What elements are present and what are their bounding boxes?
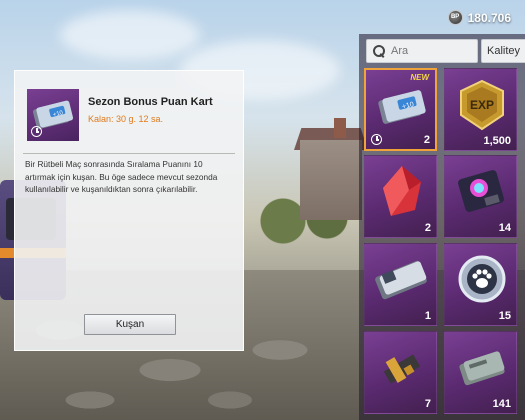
paw-coin-icon bbox=[458, 255, 506, 303]
clock-icon bbox=[31, 126, 42, 137]
item-remaining-time: Kalan: 30 g. 12 sa. bbox=[88, 114, 164, 124]
currency-display: BP 180.706 bbox=[447, 10, 511, 25]
color-card-icon bbox=[458, 170, 504, 212]
equip-button[interactable]: Kuşan bbox=[84, 314, 176, 335]
search-box[interactable] bbox=[366, 39, 478, 63]
item-count: 1 bbox=[424, 310, 431, 322]
quality-filter-button[interactable]: Kalitey bbox=[481, 39, 525, 63]
item-count: 2 bbox=[424, 222, 431, 234]
inventory-item-paw-coin[interactable]: 15 bbox=[444, 243, 517, 326]
inventory-item-red-crystal[interactable]: 2 bbox=[364, 155, 437, 238]
new-badge: NEW bbox=[410, 73, 429, 82]
inventory-item-voucher[interactable]: 141 bbox=[444, 331, 517, 414]
item-count: 141 bbox=[492, 398, 511, 410]
item-count: 15 bbox=[498, 310, 511, 322]
chimney bbox=[334, 118, 346, 138]
divider bbox=[23, 153, 235, 154]
clock-icon bbox=[371, 134, 382, 145]
bp-coin-icon: BP bbox=[447, 10, 463, 25]
inventory-item-exp[interactable]: EXP 1,500 bbox=[444, 68, 517, 151]
item-title: Sezon Bonus Puan Kart bbox=[88, 96, 213, 108]
upgrade-kit-icon bbox=[383, 354, 421, 384]
voucher-icon bbox=[459, 351, 505, 386]
house bbox=[300, 140, 362, 220]
search-icon bbox=[373, 45, 385, 57]
item-count: 2 bbox=[423, 134, 430, 146]
red-crystal-icon bbox=[383, 166, 421, 216]
svg-text:EXP: EXP bbox=[470, 98, 494, 112]
currency-value: 180.706 bbox=[467, 10, 511, 25]
item-detail-panel: +10 Sezon Bonus Puan Kart Kalan: 30 g. 1… bbox=[14, 70, 244, 351]
bonus-card-icon: +10 bbox=[378, 90, 426, 124]
ticket-icon bbox=[375, 260, 427, 300]
cloud bbox=[60, 10, 200, 60]
inventory-item-ticket[interactable]: 1 bbox=[364, 243, 437, 326]
item-count: 1,500 bbox=[483, 135, 511, 147]
item-count: 14 bbox=[498, 222, 511, 234]
inventory-item-color-card[interactable]: 14 bbox=[444, 155, 517, 238]
inventory-item-upgrade-kit[interactable]: 7 bbox=[364, 331, 437, 414]
item-count: 7 bbox=[424, 398, 431, 410]
item-thumbnail: +10 bbox=[27, 89, 79, 141]
search-input[interactable] bbox=[391, 45, 471, 57]
item-description: Bir Rütbeli Maç sonrasında Sıralama Puan… bbox=[25, 159, 218, 194]
inventory-item-bonus-card[interactable]: NEW +10 2 bbox=[364, 68, 437, 151]
exp-badge-icon: EXP bbox=[460, 79, 504, 131]
